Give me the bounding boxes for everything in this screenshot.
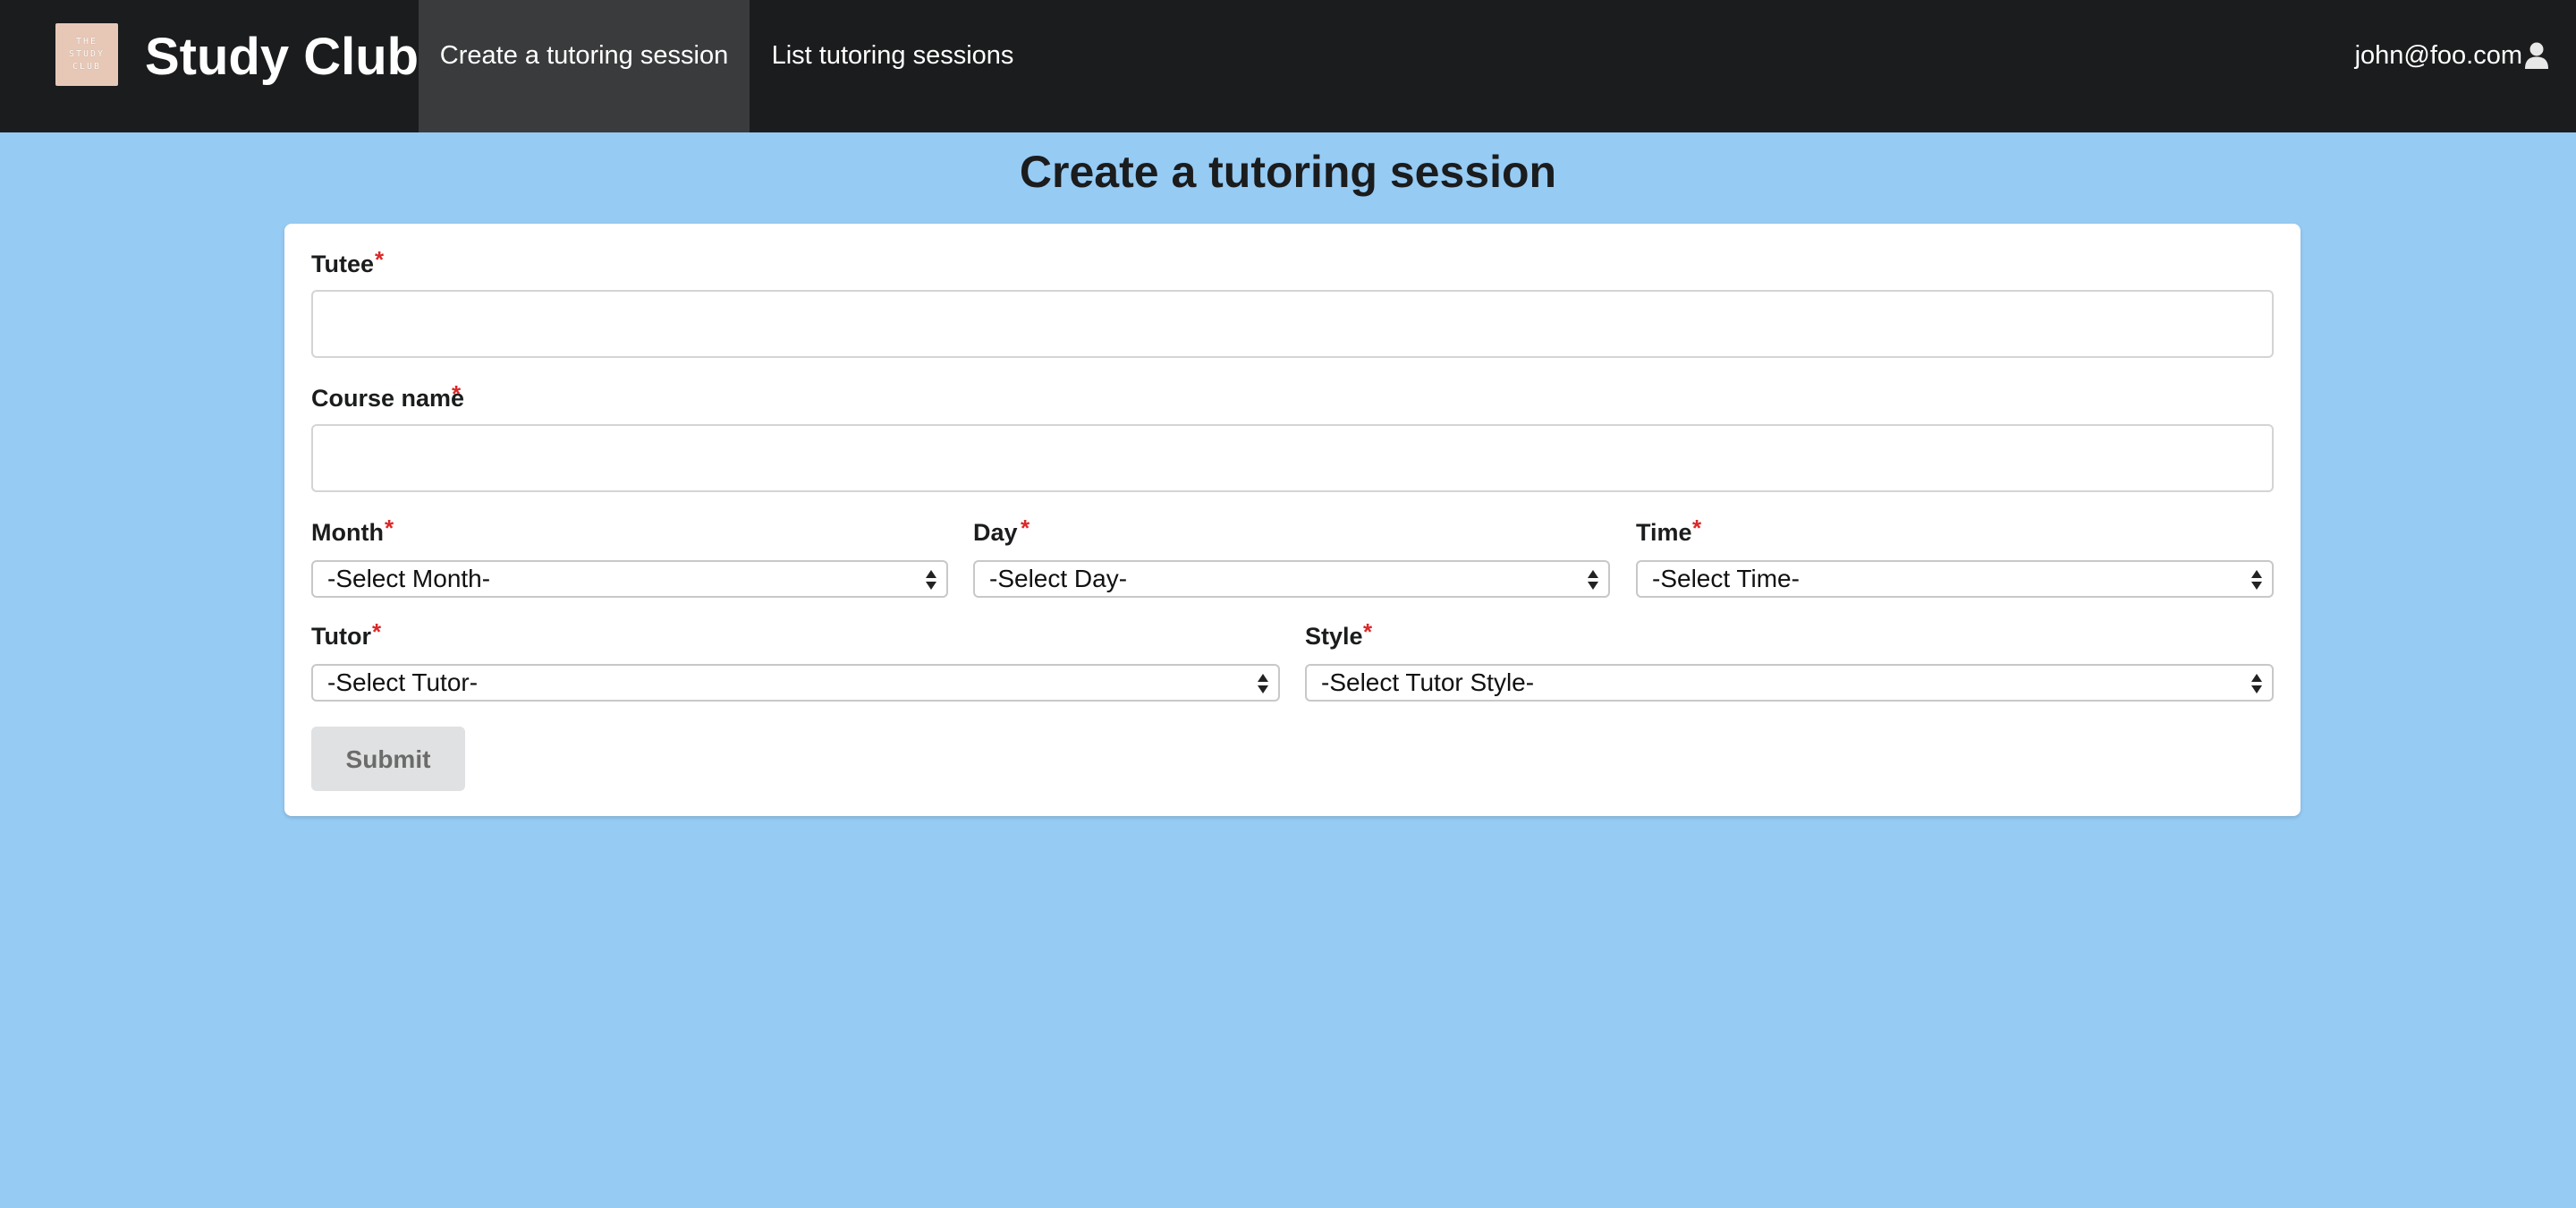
day-required-marker: * [1021, 515, 1030, 541]
tutee-required-marker: * [375, 246, 385, 273]
logo-line-1: THE [75, 37, 98, 47]
submit-button[interactable]: Submit [311, 727, 465, 791]
tutee-input[interactable] [311, 290, 2274, 358]
style-required-marker: * [1363, 618, 1373, 645]
style-label: Style [1305, 623, 1363, 650]
style-selected-value: -Select Tutor Style- [1321, 668, 1535, 696]
day-select[interactable]: -Select Day- [973, 560, 1610, 598]
month-selected-value: -Select Month- [327, 565, 491, 592]
time-select[interactable]: -Select Time- [1636, 560, 2274, 598]
user-menu[interactable]: john@foo.com [2355, 0, 2549, 111]
logo-line-3: CLUB [72, 62, 102, 72]
user-email: john@foo.com [2354, 40, 2522, 70]
time-label: Time [1636, 519, 1692, 546]
day-selected-value: -Select Day- [989, 565, 1128, 592]
select-arrows-icon [1258, 674, 1268, 693]
time-selected-value: -Select Time- [1652, 565, 1800, 592]
nav-create-session[interactable]: Create a tutoring session [419, 0, 750, 132]
logo-line-2: STUDY [68, 49, 106, 59]
top-navbar: THE STUDY CLUB Study Club Create a tutor… [0, 0, 2576, 132]
day-label: Day [973, 519, 1018, 546]
study-club-logo[interactable]: THE STUDY CLUB [55, 23, 118, 86]
month-required-marker: * [385, 515, 394, 541]
page-title: Create a tutoring session [1019, 147, 1557, 197]
user-icon [2525, 42, 2548, 69]
month-select[interactable]: -Select Month- [311, 560, 948, 598]
time-required-marker: * [1692, 515, 1702, 541]
tutor-selected-value: -Select Tutor- [327, 668, 479, 696]
course-name-required-marker: * [452, 380, 462, 407]
select-arrows-icon [1588, 570, 1598, 590]
course-name-label: Course name [311, 385, 465, 412]
tutee-label: Tutee [311, 251, 375, 277]
tutor-label: Tutor [311, 623, 371, 650]
month-label: Month [311, 519, 384, 546]
session-form: Tutee * Course name * Month * -Select Mo… [284, 224, 2301, 816]
select-arrows-icon [926, 570, 936, 590]
select-arrows-icon [2251, 674, 2262, 693]
brand-title[interactable]: Study Club [145, 21, 419, 93]
nav-list-sessions[interactable]: List tutoring sessions [750, 0, 1036, 132]
tutor-select[interactable]: -Select Tutor- [311, 664, 1280, 702]
tutor-required-marker: * [372, 618, 382, 645]
course-name-input[interactable] [311, 424, 2274, 492]
style-select[interactable]: -Select Tutor Style- [1305, 664, 2274, 702]
select-arrows-icon [2251, 570, 2262, 590]
